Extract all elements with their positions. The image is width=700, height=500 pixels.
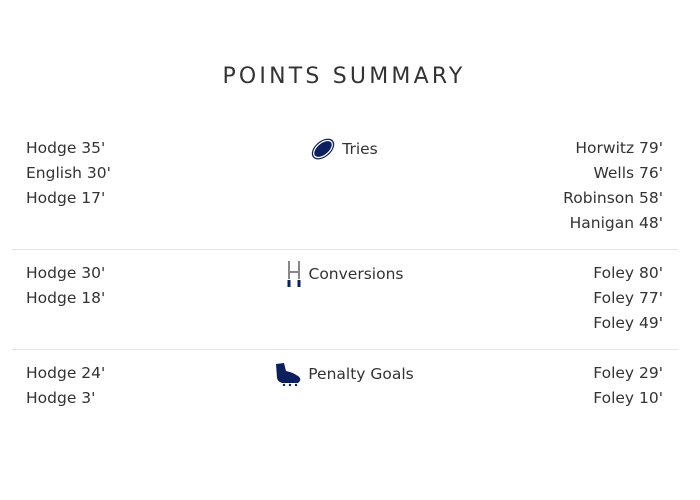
section-penalty-goals: Hodge 24' Hodge 3' Penalty Goals Foley 2… xyxy=(12,361,678,421)
away-scorer: Foley 80' xyxy=(593,264,663,282)
away-scorer: Foley 49' xyxy=(593,314,663,332)
away-scorer: Foley 77' xyxy=(593,289,663,307)
section-label: Penalty Goals xyxy=(308,364,414,383)
section-heading-penalty-goals: Penalty Goals xyxy=(0,361,688,386)
home-scorer: Hodge 17' xyxy=(26,189,106,207)
section-label: Tries xyxy=(342,139,378,158)
away-scorer: Robinson 58' xyxy=(563,189,663,207)
section-conversions: Hodge 30' Hodge 18' Conversions Foley 80… xyxy=(12,260,678,350)
home-scorer: Hodge 3' xyxy=(26,389,96,407)
away-scorers: Foley 29' Foley 10' xyxy=(593,361,663,411)
section-heading-conversions: Conversions xyxy=(0,260,688,287)
rugby-ball-icon xyxy=(310,137,336,161)
home-scorer: English 30' xyxy=(26,164,111,182)
away-scorers: Horwitz 79' Wells 76' Robinson 58' Hanig… xyxy=(563,136,663,236)
goal-posts-icon xyxy=(285,260,303,287)
away-scorers: Foley 80' Foley 77' Foley 49' xyxy=(593,261,663,336)
away-scorer: Hanigan 48' xyxy=(569,214,663,232)
away-scorer: Wells 76' xyxy=(593,164,663,182)
section-tries: Hodge 35' English 30' Hodge 17' Tries Ho… xyxy=(12,136,678,250)
away-scorer: Horwitz 79' xyxy=(575,139,663,157)
section-label: Conversions xyxy=(308,264,404,283)
home-scorer: Hodge 18' xyxy=(26,289,106,307)
away-scorer: Foley 29' xyxy=(593,364,663,382)
away-scorer: Foley 10' xyxy=(593,389,663,407)
boot-icon xyxy=(274,362,302,386)
page-title: POINTS SUMMARY xyxy=(222,64,466,89)
